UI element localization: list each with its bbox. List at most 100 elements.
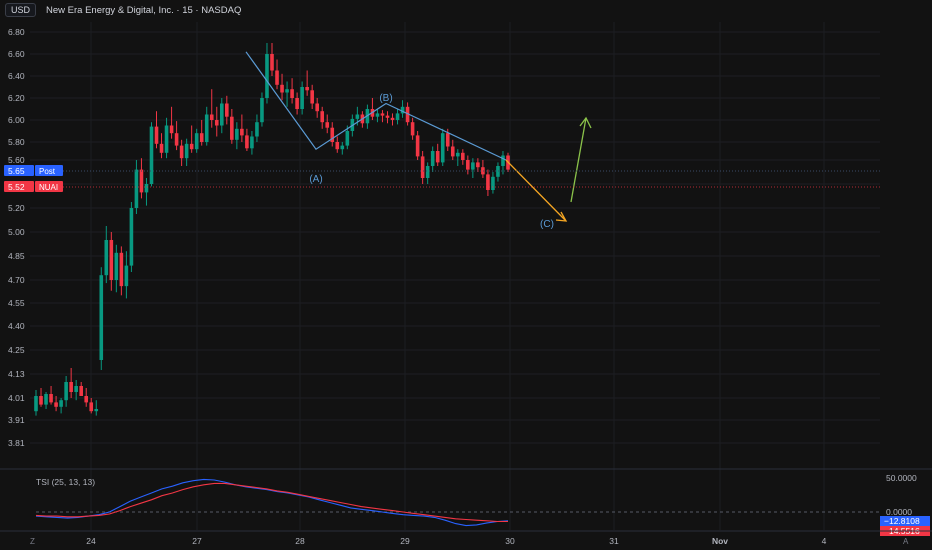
tsi-value: −12.8108 xyxy=(884,516,920,526)
candle-body xyxy=(164,125,169,153)
price-tick-label: 4.01 xyxy=(8,393,25,403)
price-chart[interactable]: 6.806.606.406.206.005.805.605.405.205.00… xyxy=(0,0,932,550)
candle-body xyxy=(214,120,219,126)
candle-body xyxy=(425,166,430,178)
candle-body xyxy=(59,400,63,407)
candle-body xyxy=(461,152,465,160)
candle-body xyxy=(154,126,159,144)
candle-body xyxy=(174,133,179,146)
candle-body xyxy=(230,116,234,140)
candle-body xyxy=(54,402,58,407)
price-tick-label: 4.40 xyxy=(8,321,25,331)
candle-body xyxy=(49,394,53,403)
candle-body xyxy=(184,143,189,159)
candle-body xyxy=(255,122,259,137)
candle-body xyxy=(235,128,239,140)
candle-body xyxy=(79,386,83,396)
candlestick-series xyxy=(34,43,510,416)
badge-value: 5.52 xyxy=(8,182,25,192)
candle-body xyxy=(199,133,204,142)
badge-value: 5.65 xyxy=(8,166,25,176)
candle-body xyxy=(119,252,124,287)
candle-body xyxy=(109,240,114,280)
candle-body xyxy=(355,114,360,119)
tsi-tick-label: 50.0000 xyxy=(886,473,917,483)
candle-body xyxy=(159,143,164,153)
auto-scale-icon[interactable]: A xyxy=(903,537,908,546)
candle-body xyxy=(435,151,440,163)
price-tick-label: 4.13 xyxy=(8,369,25,379)
candle-body xyxy=(144,184,149,193)
price-tick-label: 4.55 xyxy=(8,298,25,308)
candle-body xyxy=(69,382,73,392)
candle-body xyxy=(245,135,249,149)
candle-body xyxy=(179,145,184,159)
candle-body xyxy=(149,126,154,184)
price-tick-label: 4.25 xyxy=(8,345,25,355)
candle-body xyxy=(395,113,400,120)
time-tick-label: 28 xyxy=(295,536,305,546)
candle-body xyxy=(375,113,380,117)
tsi-indicator-label[interactable]: TSI (25, 13, 13) xyxy=(36,477,95,487)
time-tick-label: 27 xyxy=(192,536,202,546)
wave-label: (C) xyxy=(540,219,554,230)
candle-body xyxy=(84,396,89,403)
candle-body xyxy=(420,156,425,178)
candle-body xyxy=(315,103,319,112)
candle-body xyxy=(44,394,48,405)
time-tick-label: 4 xyxy=(822,536,827,546)
price-tick-label: 4.70 xyxy=(8,275,25,285)
wave-line xyxy=(245,51,507,161)
candle-body xyxy=(410,122,415,136)
candle-body xyxy=(240,128,244,136)
time-tick-label: 31 xyxy=(609,536,619,546)
candle-body xyxy=(385,115,390,118)
candle-body xyxy=(295,98,299,109)
candle-body xyxy=(139,169,144,193)
timezone-icon[interactable]: Z xyxy=(30,537,35,546)
candle-body xyxy=(39,396,43,405)
price-tick-label: 5.20 xyxy=(8,203,25,213)
time-tick-label: Nov xyxy=(712,536,728,546)
candle-body xyxy=(450,146,455,157)
time-tick-label: 29 xyxy=(400,536,410,546)
candle-body xyxy=(114,252,119,280)
wave-label: (A) xyxy=(309,174,322,185)
projection-arrow-down xyxy=(505,159,567,222)
tsi-signal-line xyxy=(35,482,508,523)
price-tick-label: 3.91 xyxy=(8,415,25,425)
candle-body xyxy=(219,103,224,126)
candle-body xyxy=(305,87,309,91)
tsi-pane: 50.00000.0000−12.8108−14.5516 xyxy=(0,468,932,536)
candle-body xyxy=(390,117,395,120)
candle-body xyxy=(340,145,345,150)
candle-body xyxy=(204,114,209,142)
price-tick-label: 6.40 xyxy=(8,71,25,81)
price-tick-label: 4.85 xyxy=(8,251,25,261)
wave-label: (B) xyxy=(379,93,392,104)
candle-body xyxy=(225,103,229,117)
candle-body xyxy=(501,155,505,166)
candle-body xyxy=(265,54,269,98)
price-tick-label: 6.60 xyxy=(8,49,25,59)
candle-body xyxy=(99,275,104,360)
candle-body xyxy=(415,135,420,157)
time-tick-label: 30 xyxy=(505,536,515,546)
candle-body xyxy=(89,402,94,412)
candle-body xyxy=(486,174,490,190)
price-tick-label: 6.80 xyxy=(8,27,25,37)
price-tick-label: 5.00 xyxy=(8,227,25,237)
candle-body xyxy=(275,70,279,85)
candle-body xyxy=(320,111,325,123)
tsi-line xyxy=(35,478,509,527)
badge-label: NUAI xyxy=(39,183,58,192)
candle-body xyxy=(430,151,435,166)
candle-body xyxy=(260,98,264,123)
candle-body xyxy=(471,162,475,170)
candle-body xyxy=(345,131,350,146)
time-tick-label: 24 xyxy=(86,536,96,546)
candle-body xyxy=(300,87,304,109)
candle-body xyxy=(250,136,254,149)
candle-body xyxy=(335,142,340,150)
candle-body xyxy=(134,169,139,208)
